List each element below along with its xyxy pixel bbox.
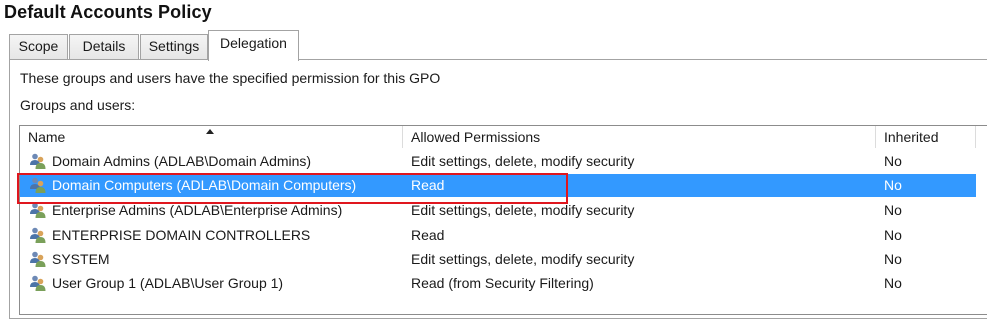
row-permissions: Read [411,227,445,243]
row-inherited: No [884,227,902,243]
user-group-icon [29,250,47,268]
row-inherited: No [884,251,902,267]
tab-details[interactable]: Details [69,34,139,59]
red-highlight-box [17,173,568,204]
sort-ascending-icon [206,129,214,134]
column-header-permissions-label: Allowed Permissions [411,129,541,145]
column-header-inherited-label: Inherited [884,129,939,145]
row-permissions: Edit settings, delete, modify security [411,153,635,169]
list-item[interactable]: ENTERPRISE DOMAIN CONTROLLERS Read No [20,224,976,247]
list-item[interactable]: Domain Admins (ADLAB\Domain Admins) Edit… [20,150,976,173]
row-name: ENTERPRISE DOMAIN CONTROLLERS [52,227,311,243]
row-name: SYSTEM [52,251,110,267]
column-header-allowed-permissions[interactable]: Allowed Permissions [403,126,876,148]
list-item[interactable]: User Group 1 (ADLAB\User Group 1) Read (… [20,272,976,295]
row-inherited: No [884,202,902,218]
user-group-icon [29,274,47,292]
delegation-description: These groups and users have the specifie… [20,70,441,86]
row-inherited: No [884,177,902,193]
column-header-inherited[interactable]: Inherited [876,126,976,148]
row-inherited: No [884,275,902,291]
policy-title: Default Accounts Policy [4,2,212,22]
user-group-icon [29,152,47,170]
row-name: Domain Admins (ADLAB\Domain Admins) [52,153,312,169]
groups-and-users-label: Groups and users: [20,97,136,113]
column-header-name[interactable]: Name [20,126,403,148]
groups-and-users-list[interactable]: Name Allowed Permissions Inherited Domai… [19,125,987,315]
tab-scope[interactable]: Scope [9,34,68,59]
tab-delegation[interactable]: Delegation [208,30,299,61]
tab-settings[interactable]: Settings [140,34,208,59]
user-group-icon [29,226,47,244]
row-inherited: No [884,153,902,169]
column-header-name-label: Name [28,129,66,145]
row-permissions: Read (from Security Filtering) [411,275,594,291]
row-name: User Group 1 (ADLAB\User Group 1) [52,275,284,291]
row-permissions: Edit settings, delete, modify security [411,251,635,267]
list-item[interactable]: SYSTEM Edit settings, delete, modify sec… [20,248,976,271]
